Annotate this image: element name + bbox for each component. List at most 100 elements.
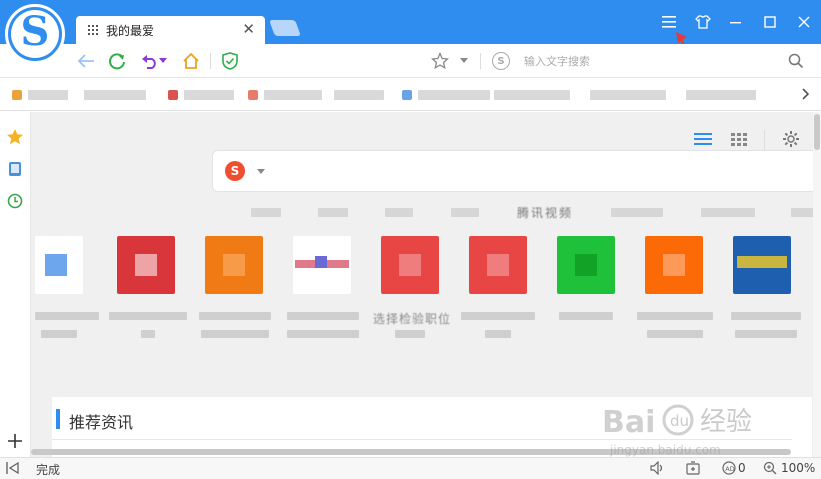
search-button[interactable] xyxy=(786,51,806,71)
tile-label xyxy=(287,312,359,320)
chevron-down-icon xyxy=(257,169,265,174)
browser-logo[interactable]: S xyxy=(5,4,65,64)
mute-button[interactable] xyxy=(650,460,666,478)
tile-label xyxy=(109,312,187,320)
logo-letter-icon: S xyxy=(20,8,50,55)
screenshot-button[interactable] xyxy=(686,461,700,478)
chevron-down-icon xyxy=(159,58,167,63)
site-tile[interactable] xyxy=(205,236,263,294)
site-tile[interactable] xyxy=(35,236,83,294)
chevron-down-icon xyxy=(460,58,468,63)
hotword[interactable]: 腾讯视频 xyxy=(517,204,573,221)
grid-view-icon xyxy=(731,133,747,146)
tile-label xyxy=(559,312,613,320)
search-engine-icon[interactable]: S xyxy=(492,52,510,70)
svg-text:AD: AD xyxy=(725,465,734,473)
search-box: S xyxy=(484,49,814,73)
hotword[interactable] xyxy=(251,208,281,217)
maximize-button[interactable] xyxy=(756,10,784,34)
tab-title: 我的最爱 xyxy=(106,23,155,38)
bookmark-item[interactable] xyxy=(12,89,68,101)
back-button[interactable] xyxy=(76,51,96,71)
svg-text:Bai: Bai xyxy=(602,405,655,440)
skin-icon xyxy=(695,15,711,29)
hotword[interactable] xyxy=(701,208,755,217)
tile-label xyxy=(287,330,359,338)
sidebar-reader[interactable] xyxy=(6,160,24,178)
homepage-search-box[interactable]: S xyxy=(212,150,821,192)
sidebar-toggle-button[interactable] xyxy=(6,461,20,477)
tile-label xyxy=(461,312,535,320)
hotword[interactable] xyxy=(385,208,413,217)
search-input[interactable] xyxy=(524,54,764,68)
bookmarks-bar xyxy=(0,78,821,111)
site-tile[interactable] xyxy=(557,236,615,294)
list-view-icon xyxy=(694,133,712,145)
scissors-icon xyxy=(686,461,700,475)
sidebar xyxy=(0,112,31,457)
zoom-level[interactable]: 100% xyxy=(781,461,815,475)
hotword[interactable] xyxy=(451,208,479,217)
home-button[interactable] xyxy=(181,51,201,71)
close-window-button[interactable] xyxy=(790,10,818,34)
plus-icon xyxy=(8,434,22,448)
hotword[interactable] xyxy=(611,208,663,217)
list-view-button[interactable] xyxy=(694,132,712,149)
tile-label xyxy=(141,330,155,338)
site-tile[interactable] xyxy=(117,236,175,294)
search-icon xyxy=(788,53,804,69)
menu-button[interactable] xyxy=(655,10,683,34)
status-text: 完成 xyxy=(36,463,61,477)
bookmarks-more-button[interactable] xyxy=(796,84,816,104)
close-tab-icon[interactable]: ✕ xyxy=(242,20,255,38)
refresh-icon xyxy=(109,53,125,70)
sidebar-favorites[interactable] xyxy=(6,128,24,146)
baidu-watermark: Bai du 经验 jingyan.baidu.com xyxy=(600,394,820,464)
hotword[interactable] xyxy=(318,208,348,217)
minimize-button[interactable] xyxy=(722,10,750,34)
favorite-star-button[interactable] xyxy=(430,51,450,71)
tile-label xyxy=(201,330,269,338)
undo-close-button[interactable] xyxy=(140,51,160,71)
chevron-right-icon xyxy=(802,88,810,100)
zoom-button[interactable] xyxy=(763,461,777,478)
hotword[interactable] xyxy=(791,208,815,217)
bookmark-item[interactable] xyxy=(590,89,666,101)
settings-button[interactable] xyxy=(782,130,800,151)
refresh-button[interactable] xyxy=(107,51,127,71)
home-icon xyxy=(183,52,199,69)
bookmark-item[interactable] xyxy=(84,89,146,101)
bookmark-item[interactable] xyxy=(494,89,570,101)
sogou-logo-icon[interactable]: S xyxy=(225,161,245,181)
site-tile[interactable] xyxy=(645,236,703,294)
site-tile[interactable] xyxy=(469,236,527,294)
new-tab-button[interactable] xyxy=(269,20,301,36)
site-tile[interactable] xyxy=(293,236,351,294)
view-divider xyxy=(764,130,765,150)
site-tile[interactable] xyxy=(381,236,439,294)
toolbar-divider xyxy=(480,53,481,69)
news-title: 推荐资讯 xyxy=(69,413,134,432)
bookmark-item[interactable] xyxy=(402,89,490,101)
tile-label xyxy=(647,330,703,338)
undo-dropdown[interactable] xyxy=(158,51,168,71)
security-button[interactable] xyxy=(220,51,240,71)
bookmark-item[interactable] xyxy=(334,89,384,101)
tab-my-favorites[interactable]: 我的最爱 ✕ xyxy=(76,16,265,44)
sidebar-history[interactable] xyxy=(6,192,24,210)
tile-label xyxy=(485,330,511,338)
sidebar-add[interactable] xyxy=(6,432,24,450)
address-dropdown[interactable] xyxy=(457,51,471,71)
site-tile[interactable] xyxy=(733,236,791,294)
back-arrow-icon xyxy=(77,54,94,68)
tile-label xyxy=(41,330,77,338)
adblock-button[interactable]: AD xyxy=(722,461,736,478)
collapse-left-icon xyxy=(6,461,19,475)
svg-text:经验: 经验 xyxy=(700,407,752,437)
bookmark-item[interactable] xyxy=(686,89,756,101)
bookmark-item[interactable] xyxy=(248,89,322,101)
skin-button[interactable] xyxy=(689,10,717,34)
bookmark-item[interactable] xyxy=(168,89,234,101)
grid-view-button[interactable] xyxy=(731,132,747,149)
grid-icon xyxy=(88,25,98,35)
